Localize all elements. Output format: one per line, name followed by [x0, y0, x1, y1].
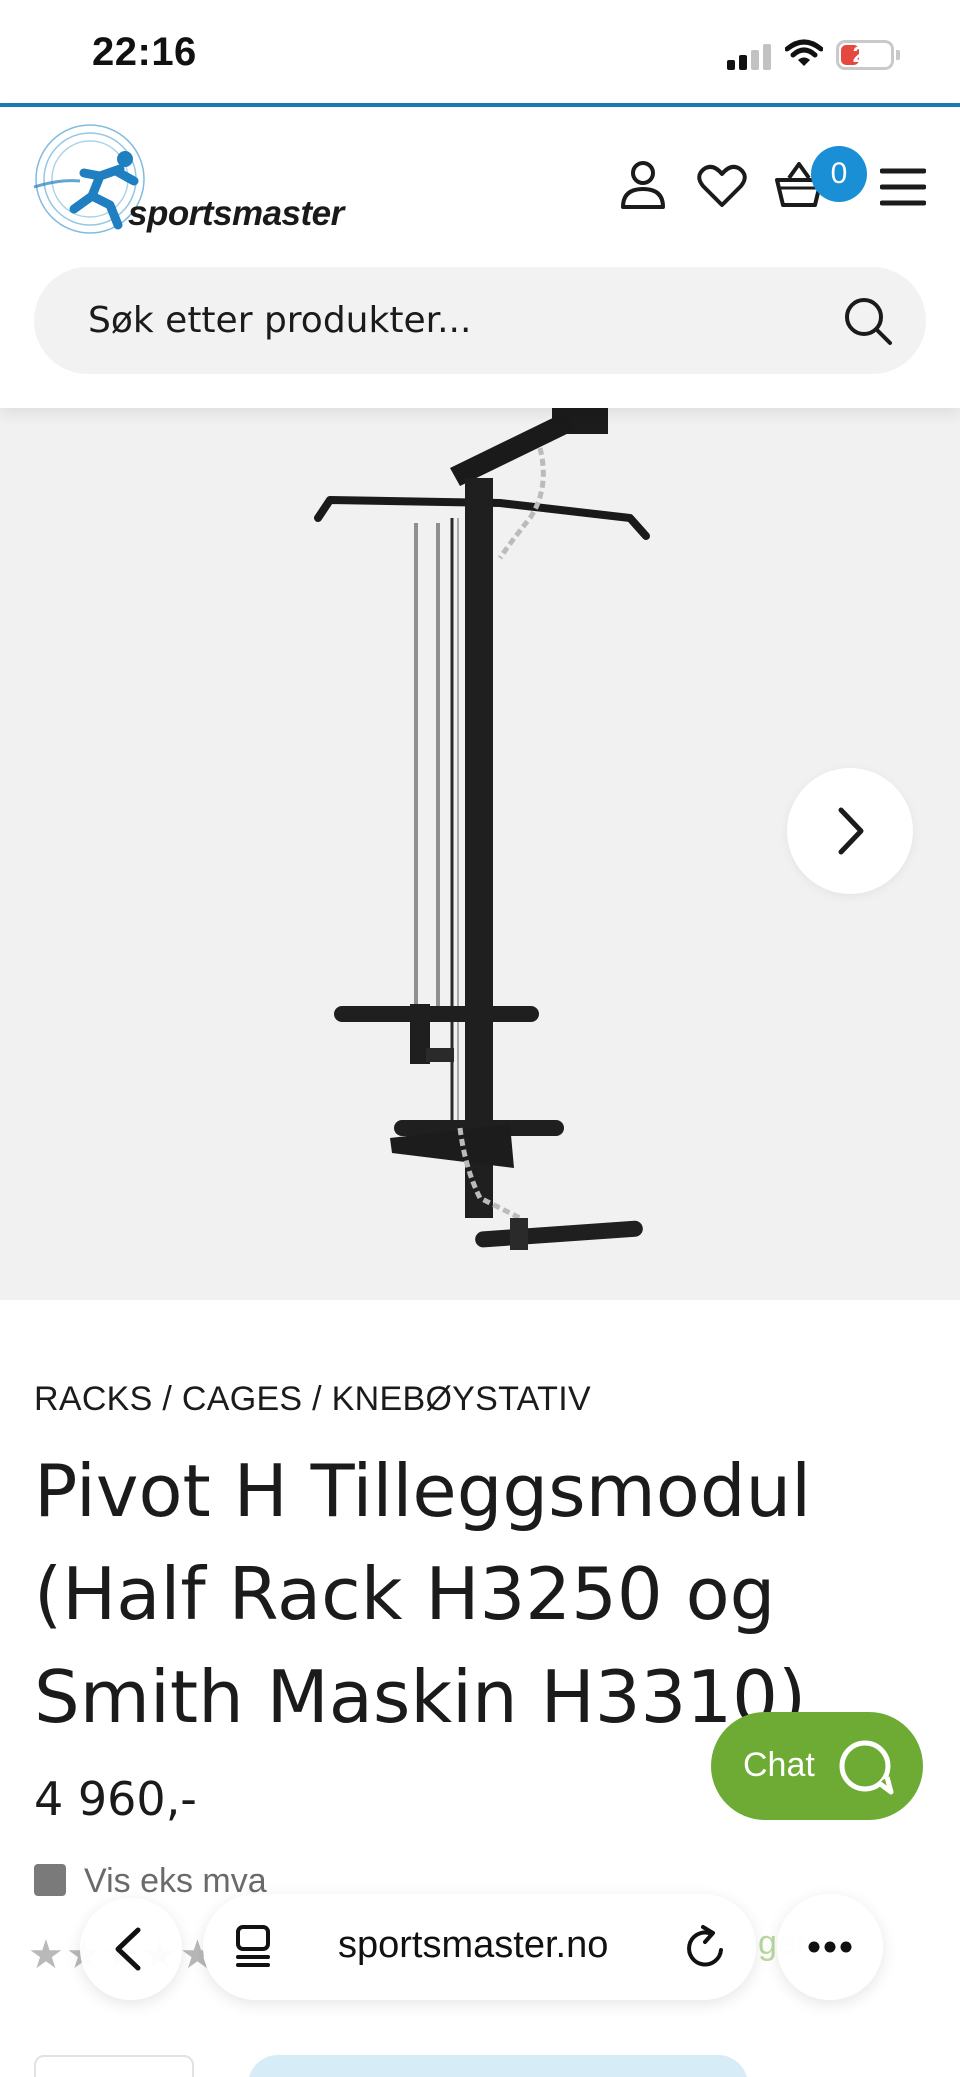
quantity-selector[interactable]	[34, 2055, 194, 2077]
add-to-cart-button[interactable]	[248, 2055, 748, 2077]
more-icon	[808, 1941, 852, 1953]
cart-count-badge[interactable]: 0	[811, 146, 867, 202]
chat-bubble-icon	[839, 1740, 894, 1795]
gallery-next-button[interactable]	[787, 768, 913, 894]
reload-icon[interactable]	[683, 1924, 727, 1970]
vat-label: Vis eks mva	[84, 1862, 267, 1900]
browser-url[interactable]: sportsmaster.no	[338, 1924, 608, 1967]
browser-back-button[interactable]	[80, 1898, 182, 2000]
battery-percent: 20	[852, 42, 878, 67]
product-image[interactable]	[300, 408, 680, 1288]
browser-address-bar[interactable]: sportsmaster.no	[203, 1894, 756, 2000]
search-bar	[34, 267, 926, 374]
search-input[interactable]	[88, 267, 788, 374]
battery-icon: 20	[836, 40, 894, 70]
logo[interactable]: sportsmaster	[30, 121, 400, 239]
chevron-left-icon	[115, 1927, 141, 1971]
status-bar: 22:16 20	[0, 0, 960, 106]
product-price: 4 960,-	[34, 1772, 197, 1826]
user-icon[interactable]	[620, 160, 666, 210]
wifi-icon	[785, 39, 823, 66]
logo-text: sportsmaster	[128, 194, 344, 233]
product-gallery	[0, 408, 960, 1300]
vat-checkbox[interactable]	[34, 1864, 66, 1896]
battery-cap	[896, 50, 900, 60]
search-icon[interactable]	[840, 293, 896, 349]
chat-button[interactable]: Chat	[711, 1712, 923, 1820]
breadcrumb[interactable]: RACKS / CAGES / KNEBØYSTATIV	[34, 1380, 591, 1419]
status-time: 22:16	[92, 30, 197, 74]
product-title: Pivot H Tilleggsmodul (Half Rack H3250 o…	[34, 1449, 812, 1739]
signal-icon	[727, 44, 771, 70]
browser-more-button[interactable]	[777, 1894, 883, 2000]
chat-label: Chat	[743, 1746, 815, 1784]
chevron-right-icon	[838, 807, 864, 855]
site-header: sportsmaster 0	[0, 107, 960, 408]
heart-icon[interactable]	[697, 164, 747, 208]
menu-icon[interactable]	[880, 167, 926, 207]
tabs-icon[interactable]	[235, 1924, 275, 1968]
